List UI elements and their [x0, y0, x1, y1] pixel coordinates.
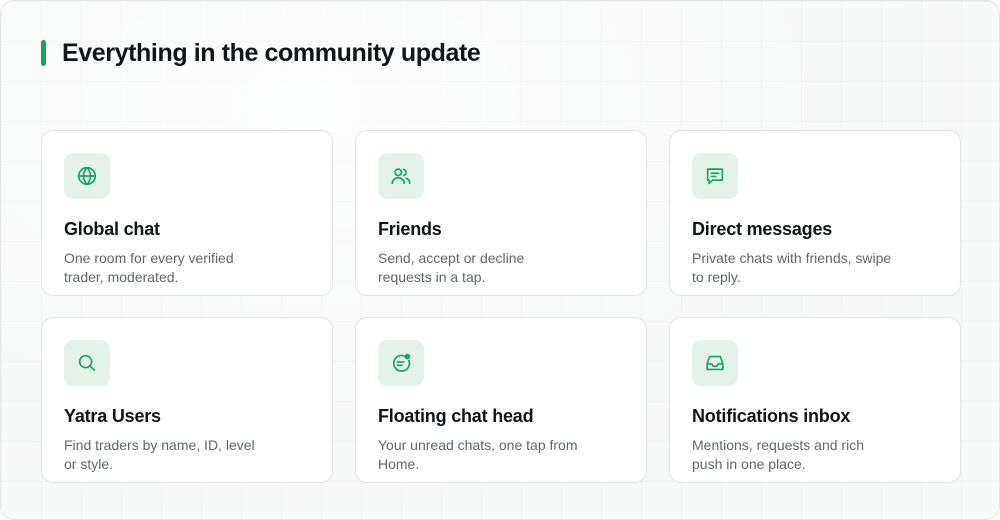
feature-card-global-chat: Global chat One room for every verified … — [41, 130, 333, 296]
title-accent-bar — [41, 40, 46, 66]
feature-description: Send, accept or decline requests in a ta… — [378, 250, 525, 285]
feature-title: Direct messages — [692, 219, 833, 239]
update-panel: Everything in the community update Globa… — [0, 0, 1000, 520]
feature-card-direct-messages: Direct messages Private chats with frien… — [669, 130, 961, 296]
feature-description: Private chats with friends, swipe to rep… — [692, 250, 892, 285]
feature-card-friends: Friends Send, accept or decline requests… — [355, 130, 647, 296]
icon-container — [64, 340, 110, 386]
feature-card-yatra-users: Yatra Users Find traders by name, ID, le… — [41, 317, 333, 483]
feature-title: Global chat — [64, 219, 160, 239]
feature-card-notifications-inbox: Notifications inbox Mentions, requests a… — [669, 317, 961, 483]
feature-title: Friends — [378, 219, 442, 239]
feature-description: Find traders by name, ID, level or style… — [64, 437, 255, 472]
feature-description: One room for every verified trader, mode… — [64, 250, 234, 285]
header: Everything in the community update — [41, 37, 481, 69]
feature-title: Floating chat head — [378, 406, 534, 426]
inbox-icon — [706, 355, 724, 371]
feature-title: Notifications inbox — [692, 406, 851, 426]
icon-container — [64, 153, 110, 199]
icon-container — [692, 153, 738, 199]
icon-container — [378, 340, 424, 386]
message-icon — [706, 168, 724, 185]
search-icon — [78, 354, 96, 372]
icon-container — [692, 340, 738, 386]
chat-head-icon — [392, 353, 411, 372]
feature-description: Your unread chats, one tap from Home. — [378, 437, 578, 472]
feature-title: Yatra Users — [64, 406, 161, 426]
feature-grid: Global chat One room for every verified … — [41, 130, 961, 483]
friends-icon — [391, 168, 411, 185]
feature-description: Mentions, requests and rich push in one … — [692, 437, 864, 472]
icon-container — [378, 153, 424, 199]
feature-card-floating-chat-head: Floating chat head Your unread chats, on… — [355, 317, 647, 483]
globe-icon — [77, 166, 97, 186]
page-title: Everything in the community update — [62, 38, 481, 67]
